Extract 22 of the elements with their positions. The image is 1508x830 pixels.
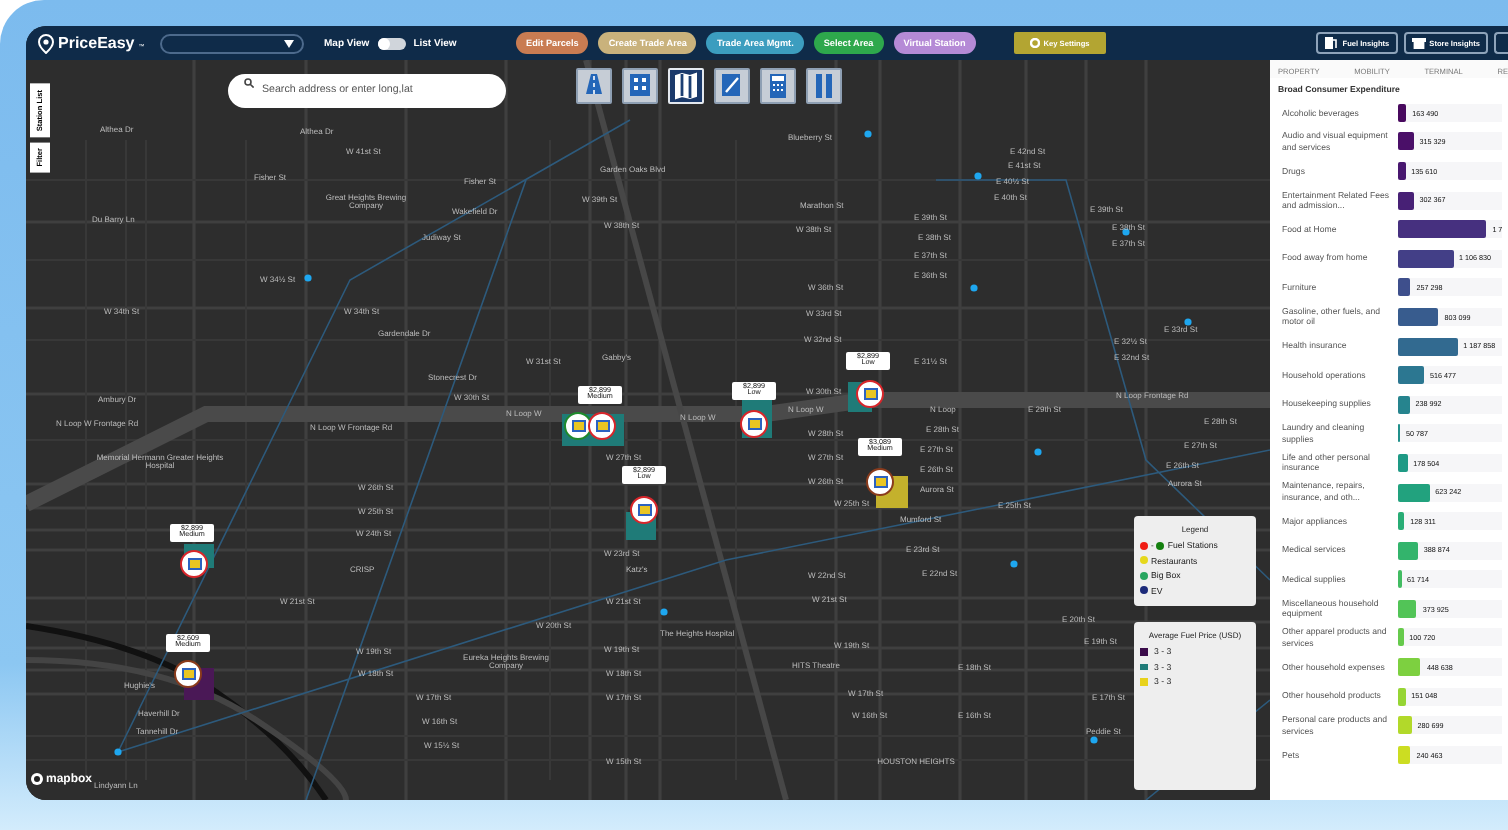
search-icon [244, 78, 254, 88]
store-icon [1411, 36, 1426, 50]
location-pin-icon [38, 33, 54, 53]
caret-icon [284, 39, 294, 47]
fuel-pump-icon [1324, 36, 1339, 50]
road-icon [580, 72, 608, 100]
station-marker[interactable] [630, 496, 658, 524]
two-bars-icon [810, 72, 838, 100]
map-tool-button[interactable] [760, 68, 796, 104]
station-marker[interactable] [866, 468, 894, 496]
calculator-icon [764, 72, 792, 100]
gear-icon [1029, 38, 1040, 48]
building-icon [626, 72, 654, 100]
station-marker[interactable] [174, 660, 202, 688]
station-marker[interactable] [180, 550, 208, 578]
document-pen-icon [718, 72, 746, 100]
app-logo: PriceEasy [58, 34, 135, 52]
view-switch[interactable] [377, 37, 406, 49]
map-tool-button[interactable] [622, 68, 658, 104]
location-dropdown[interactable] [160, 33, 304, 53]
map-icon [672, 72, 700, 100]
map-tool-button[interactable] [714, 68, 750, 104]
